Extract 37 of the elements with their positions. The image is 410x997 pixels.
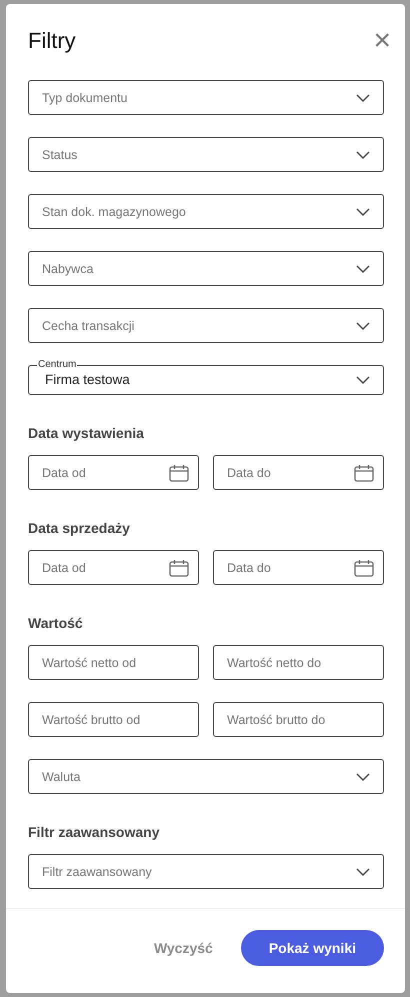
select-field[interactable]: Centrum Firma testowa bbox=[28, 359, 384, 395]
section-heading: Wartość bbox=[28, 615, 84, 631]
select-field[interactable]: Status bbox=[28, 137, 384, 172]
date-field[interactable]: Data do bbox=[213, 455, 384, 490]
chevron-down-icon bbox=[356, 150, 370, 158]
section-heading: Filtr zaawansowany bbox=[28, 824, 160, 840]
select-field[interactable]: Stan dok. magazynowego bbox=[28, 194, 384, 229]
chevron-down-icon bbox=[356, 322, 370, 330]
chevron-down-icon bbox=[356, 94, 370, 102]
dialog-title: Filtry bbox=[28, 28, 76, 54]
chevron-down-icon bbox=[356, 208, 370, 216]
select-field[interactable]: Filtr zaawansowany bbox=[28, 854, 384, 889]
select-field[interactable]: Typ dokumentu bbox=[28, 80, 384, 115]
section-heading: Data wystawienia bbox=[28, 425, 145, 441]
input-field[interactable]: Wartość netto do bbox=[213, 645, 384, 680]
input-field[interactable]: Wartość netto od bbox=[28, 645, 199, 680]
chevron-down-icon bbox=[356, 772, 370, 780]
chevron-down-icon bbox=[356, 264, 370, 272]
chevron-down-icon bbox=[356, 376, 370, 384]
input-field[interactable]: Wartość brutto do bbox=[213, 702, 384, 737]
calendar-icon bbox=[354, 464, 374, 482]
close-button[interactable]: × bbox=[373, 26, 391, 56]
select-field[interactable]: Nabywca bbox=[28, 251, 384, 286]
select-field[interactable]: Waluta bbox=[28, 759, 384, 794]
calendar-icon bbox=[169, 558, 189, 576]
field-label: Centrum bbox=[37, 359, 78, 371]
date-field[interactable]: Data od bbox=[28, 455, 199, 490]
date-field[interactable]: Data od bbox=[28, 550, 199, 585]
clear-button[interactable]: Wyczyść bbox=[148, 939, 219, 957]
date-field[interactable]: Data do bbox=[213, 550, 384, 585]
chevron-down-icon bbox=[356, 868, 370, 876]
section-heading: Data sprzedaży bbox=[28, 520, 131, 536]
select-field[interactable]: Cecha transakcji bbox=[28, 308, 384, 343]
input-field[interactable]: Wartość brutto od bbox=[28, 702, 199, 737]
show-results-button[interactable]: Pokaż wyniki bbox=[240, 930, 384, 966]
calendar-icon bbox=[169, 464, 189, 482]
calendar-icon bbox=[354, 558, 374, 576]
